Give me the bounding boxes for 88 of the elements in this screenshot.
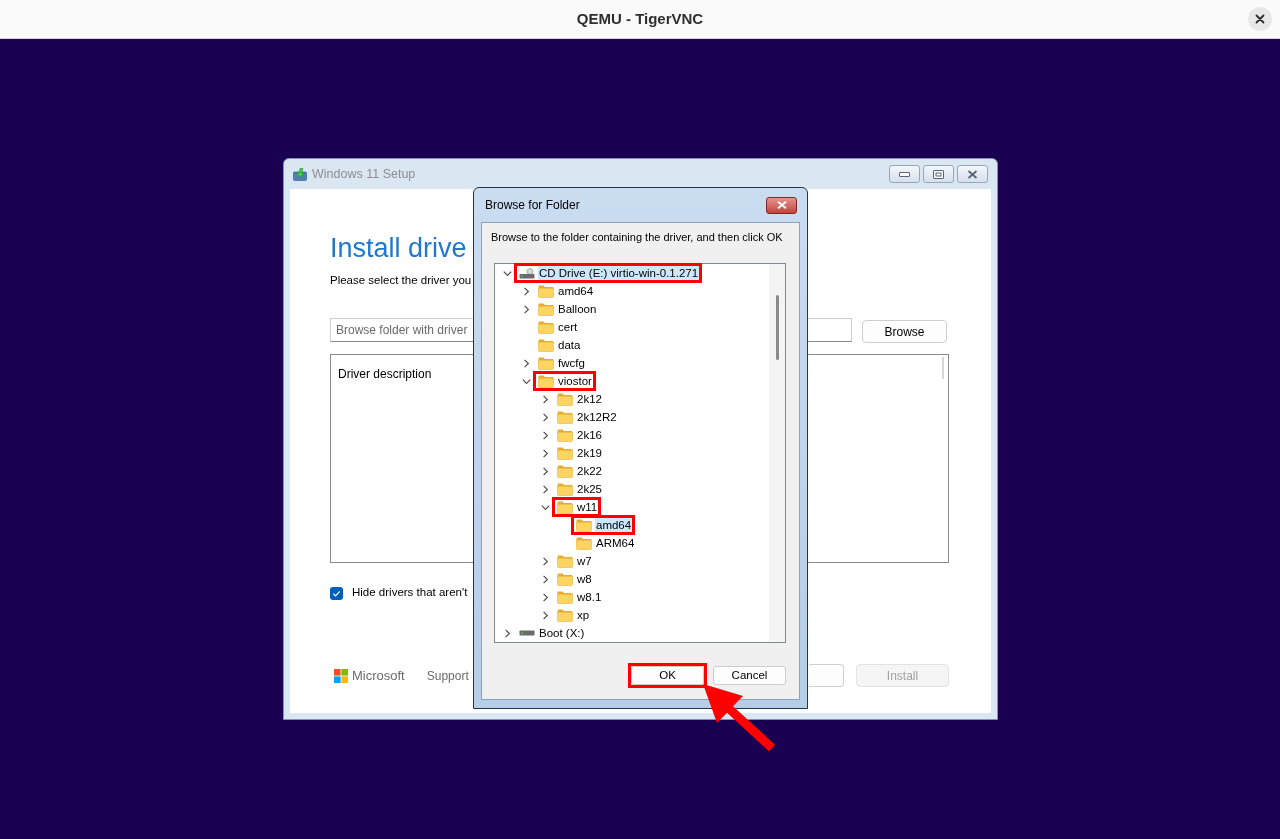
chevron-down-icon[interactable] — [502, 268, 512, 278]
maximize-button[interactable] — [923, 165, 954, 183]
folder-icon — [557, 446, 573, 460]
folder-icon — [557, 500, 573, 514]
dialog-button[interactable]: OK — [631, 666, 704, 685]
chevron-right-icon[interactable] — [540, 430, 550, 440]
close-icon — [776, 201, 787, 209]
instruction-text: Please select the driver you — [330, 273, 472, 288]
brand-text: Microsoft — [352, 666, 405, 685]
folder-icon — [538, 320, 554, 334]
drive-icon — [519, 630, 535, 636]
chevron-right-icon[interactable] — [540, 556, 550, 566]
window-title: QEMU - TigerVNC — [576, 8, 704, 29]
chevron-right-icon[interactable] — [540, 484, 550, 494]
page-heading: Install drive — [330, 232, 467, 265]
folder-tree[interactable]: CD Drive (E:) virtio-win-0.1.271 amd64 Balloon cert data fwcfg viostor 2k12 2k12R2 2k16 2k19 2k22 2k25 w11 amd64 ARM64 w7 w8 w8.1 xp Boot (X:) — [494, 263, 786, 643]
close-icon — [967, 169, 978, 179]
folder-icon — [538, 284, 554, 298]
monitor-arrow-icon — [293, 167, 307, 181]
folder-icon — [557, 608, 573, 622]
folder-icon — [538, 338, 554, 352]
folder-icon — [538, 374, 554, 388]
tree-item-label[interactable]: fwcfg — [557, 356, 586, 370]
tree-item-label[interactable]: CD Drive (E:) virtio-win-0.1.271 — [538, 266, 700, 280]
folder-icon — [576, 536, 592, 550]
chevron-right-icon[interactable] — [540, 610, 550, 620]
four-square-logo-icon — [334, 668, 348, 683]
instruction-text: Browse to the folder containing the driver, and then click OK — [491, 230, 783, 244]
tree-item-label[interactable]: Balloon — [557, 302, 598, 316]
folder-icon — [557, 464, 573, 478]
tree-item-label[interactable]: amd64 — [595, 518, 633, 532]
folder-icon — [538, 356, 554, 370]
tree-item-label[interactable]: w8.1 — [576, 590, 603, 604]
folder-icon — [557, 392, 573, 406]
folder-icon — [557, 482, 573, 496]
chevron-right-icon[interactable] — [540, 574, 550, 584]
chevron-down-icon[interactable] — [521, 376, 531, 386]
browse-button[interactable]: Browse — [862, 320, 947, 343]
close-button[interactable] — [1248, 7, 1272, 31]
column-header: Driver description — [338, 367, 432, 381]
support-link[interactable]: Support — [426, 666, 469, 685]
tree-item-label[interactable]: viostor — [557, 374, 593, 388]
cd-drive-icon — [519, 267, 535, 279]
tree-item-label[interactable]: 2k25 — [576, 482, 603, 496]
chevron-right-icon[interactable] — [502, 628, 512, 638]
chevron-right-icon[interactable] — [540, 466, 550, 476]
tree-item-label[interactable]: cert — [557, 320, 579, 334]
folder-icon — [557, 410, 573, 424]
folder-icon — [557, 572, 573, 586]
tree-item-label[interactable]: 2k19 — [576, 446, 603, 460]
tree-item-label[interactable]: amd64 — [557, 284, 595, 298]
scrollbar[interactable] — [775, 295, 779, 360]
close-button[interactable] — [957, 165, 988, 183]
scrollbar[interactable] — [942, 357, 944, 379]
checkbox-label: Hide drivers that aren't — [352, 585, 468, 601]
chevron-right-icon[interactable] — [521, 358, 531, 368]
chevron-down-icon[interactable] — [540, 502, 550, 512]
tree-item-label[interactable]: 2k12 — [576, 392, 603, 406]
tree-item-label[interactable]: w7 — [576, 554, 593, 568]
close-icon — [1255, 14, 1265, 24]
folder-icon — [557, 590, 573, 604]
tree-item-label[interactable]: 2k12R2 — [576, 410, 618, 424]
tree-item-label[interactable]: data — [557, 338, 582, 352]
chevron-right-icon[interactable] — [521, 304, 531, 314]
folder-icon — [538, 302, 554, 316]
checkbox[interactable] — [330, 586, 343, 600]
maximize-icon — [933, 169, 944, 179]
tree-item-label[interactable]: 2k16 — [576, 428, 603, 442]
chevron-right-icon[interactable] — [540, 592, 550, 602]
dialog-title: Browse for Folder — [485, 197, 580, 214]
tree-item-label[interactable]: w11 — [576, 500, 599, 514]
chevron-right-icon[interactable] — [521, 286, 531, 296]
folder-icon — [557, 554, 573, 568]
chevron-right-icon[interactable] — [540, 412, 550, 422]
tree-item-label[interactable]: xp — [576, 608, 591, 622]
tree-item-label[interactable]: Boot (X:) — [538, 626, 586, 640]
chevron-right-icon[interactable] — [540, 448, 550, 458]
tree-item-label[interactable]: w8 — [576, 572, 593, 586]
minimize-icon — [899, 171, 910, 177]
tree-item-label[interactable]: 2k22 — [576, 464, 603, 478]
dialog-button[interactable]: Cancel — [713, 666, 786, 685]
minimize-button[interactable] — [889, 165, 920, 183]
window-title: Windows 11 Setup — [312, 165, 416, 183]
folder-icon — [557, 428, 573, 442]
chevron-right-icon[interactable] — [540, 394, 550, 404]
close-button[interactable] — [766, 196, 797, 214]
folder-icon — [576, 518, 592, 532]
tree-item-label[interactable]: ARM64 — [595, 536, 636, 550]
